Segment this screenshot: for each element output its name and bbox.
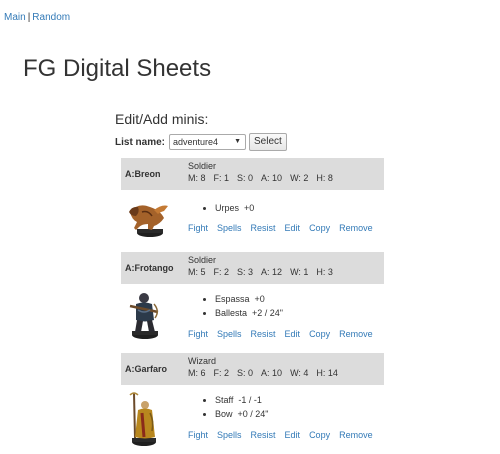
mini-actions: Fight Spells Resist Edit Copy Remove [188, 223, 382, 233]
copy-link[interactable]: Copy [309, 430, 330, 440]
fight-link[interactable]: Fight [188, 329, 208, 339]
mini-class: Soldier [188, 255, 217, 265]
mini-body: Staff -1 / -1 Bow +0 / 24" Fight Spells Resi… [121, 385, 384, 453]
item-name: Urpes [215, 203, 240, 213]
mini-body: Urpes +0 Fight Spells Resist Edit Copy Remove [121, 190, 384, 252]
list-name-label: List name: [115, 136, 166, 148]
item-value: +0 [254, 294, 265, 304]
mini-stats: M: 5 F: 2 S: 3 A: 12 W: 1 H: 3 [188, 267, 341, 277]
random-link[interactable]: Random [32, 12, 70, 23]
mini-item-list: Espassa +0 Ballesta +2 / 24" [205, 292, 283, 320]
nav-separator: | [27, 12, 31, 23]
fight-link[interactable]: Fight [188, 223, 208, 233]
stat-armour: A: 10 [261, 173, 283, 183]
mini-body: Espassa +0 Ballesta +2 / 24" Fight Spells Re… [121, 284, 384, 352]
stat-shoot: S: 0 [237, 173, 254, 183]
stat-will: W: 2 [290, 173, 309, 183]
mini-item: Staff -1 / -1 [215, 393, 268, 407]
item-name: Espassa [215, 294, 250, 304]
mini-item: Espassa +0 [215, 292, 283, 306]
edit-link[interactable]: Edit [285, 329, 301, 339]
item-value: +2 / 24" [252, 308, 283, 318]
spells-link[interactable]: Spells [217, 329, 242, 339]
item-value: +0 [244, 203, 255, 213]
stat-move: M: 5 [188, 267, 206, 277]
list-name-select[interactable]: adventure4 ▼ [169, 134, 247, 150]
stat-fight: F: 2 [213, 368, 230, 378]
item-name: Staff [215, 395, 234, 405]
mini-card: A:Frotango Soldier M: 5 F: 2 S: 3 A: 12 W: 1… [121, 252, 384, 352]
mini-stats: M: 6 F: 2 S: 0 A: 10 W: 4 H: 14 [188, 368, 346, 378]
stat-move: M: 8 [188, 173, 206, 183]
remove-link[interactable]: Remove [339, 430, 373, 440]
wizard-miniature-icon [129, 392, 156, 446]
select-button[interactable]: Select [249, 133, 287, 151]
spells-link[interactable]: Spells [217, 223, 242, 233]
lion-beast-miniature-icon [129, 205, 168, 237]
section-title: Edit/Add minis: [115, 111, 209, 127]
edit-link[interactable]: Edit [285, 223, 301, 233]
stat-will: W: 1 [290, 267, 309, 277]
remove-link[interactable]: Remove [339, 329, 373, 339]
edit-link[interactable]: Edit [285, 430, 301, 440]
main-link[interactable]: Main [4, 12, 26, 23]
mini-name: A:Frotango [125, 263, 174, 273]
stat-will: W: 4 [290, 368, 309, 378]
item-name: Ballesta [215, 308, 248, 318]
chevron-down-icon: ▼ [234, 138, 242, 145]
item-name: Bow [215, 409, 233, 419]
mini-header: A:Breon Soldier M: 8 F: 1 S: 0 A: 10 W: 2 H: … [121, 158, 384, 190]
mini-name: A:Breon [125, 169, 161, 179]
crossbowman-miniature-icon [129, 293, 159, 339]
mini-stats: M: 8 F: 1 S: 0 A: 10 W: 2 H: 8 [188, 173, 341, 183]
stat-fight: F: 1 [213, 173, 230, 183]
mini-card: A:Breon Soldier M: 8 F: 1 S: 0 A: 10 W: 2 H: … [121, 158, 384, 252]
mini-class: Soldier [188, 161, 217, 171]
list-selector: List name: adventure4 ▼ Select [115, 133, 287, 151]
mini-actions: Fight Spells Resist Edit Copy Remove [188, 430, 382, 440]
resist-link[interactable]: Resist [251, 223, 276, 233]
copy-link[interactable]: Copy [309, 223, 330, 233]
fight-link[interactable]: Fight [188, 430, 208, 440]
stat-health: H: 14 [316, 368, 338, 378]
remove-link[interactable]: Remove [339, 223, 373, 233]
mini-item: Ballesta +2 / 24" [215, 306, 283, 320]
spells-link[interactable]: Spells [217, 430, 242, 440]
stat-armour: A: 12 [261, 267, 283, 277]
stat-armour: A: 10 [261, 368, 283, 378]
mini-item: Bow +0 / 24" [215, 407, 268, 421]
mini-item: Urpes +0 [215, 201, 254, 215]
mini-header: A:Garfaro Wizard M: 6 F: 2 S: 0 A: 10 W: 4 H:… [121, 353, 384, 385]
item-value: -1 / -1 [238, 395, 262, 405]
resist-link[interactable]: Resist [251, 329, 276, 339]
stat-shoot: S: 0 [237, 368, 254, 378]
stat-move: M: 6 [188, 368, 206, 378]
top-nav: Main | Random [4, 12, 70, 23]
item-value: +0 / 24" [237, 409, 269, 419]
stat-health: H: 3 [316, 267, 333, 277]
mini-header: A:Frotango Soldier M: 5 F: 2 S: 3 A: 12 W: 1… [121, 252, 384, 284]
mini-item-list: Staff -1 / -1 Bow +0 / 24" [205, 393, 268, 421]
stat-health: H: 8 [316, 173, 333, 183]
resist-link[interactable]: Resist [251, 430, 276, 440]
mini-name: A:Garfaro [125, 364, 168, 374]
mini-card: A:Garfaro Wizard M: 6 F: 2 S: 0 A: 10 W: 4 H:… [121, 353, 384, 453]
list-name-value: adventure4 [173, 137, 219, 147]
stat-fight: F: 2 [213, 267, 230, 277]
mini-class: Wizard [188, 356, 217, 366]
mini-item-list: Urpes +0 [205, 201, 254, 215]
stat-shoot: S: 3 [237, 267, 254, 277]
mini-actions: Fight Spells Resist Edit Copy Remove [188, 329, 382, 339]
site-title: FG Digital Sheets [23, 55, 212, 82]
copy-link[interactable]: Copy [309, 329, 330, 339]
